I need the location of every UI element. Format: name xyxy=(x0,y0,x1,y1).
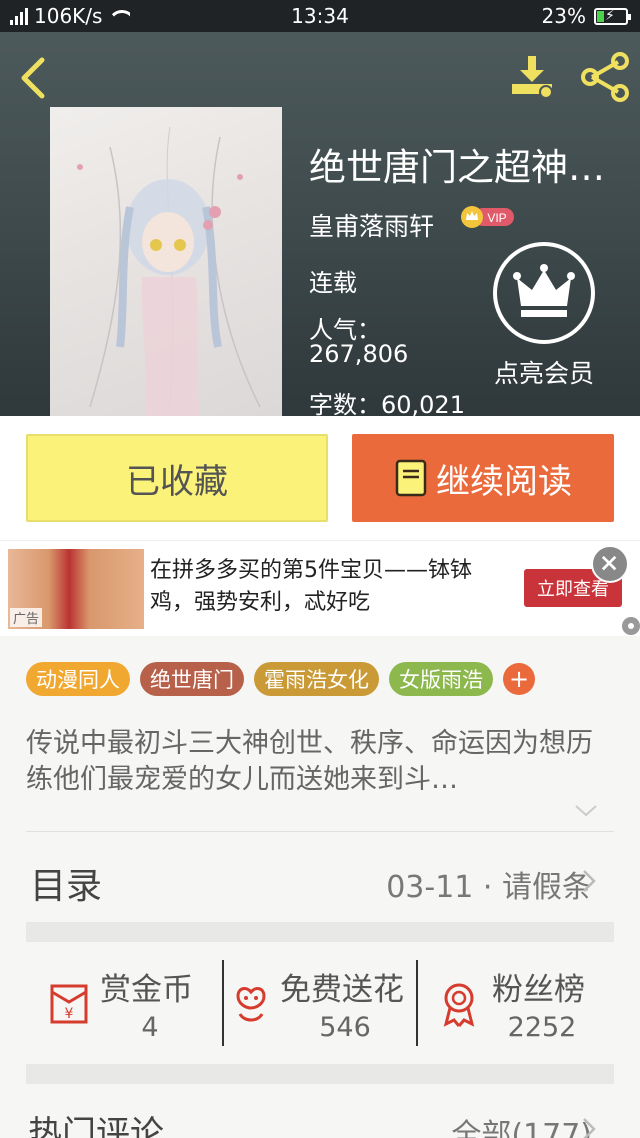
section-separator xyxy=(26,922,614,942)
back-icon[interactable] xyxy=(12,52,56,102)
book-title: 绝世唐门之超神… xyxy=(309,146,605,189)
stat-label: 免费送花 xyxy=(280,972,404,1008)
all-comments-link[interactable]: 全部(177) xyxy=(451,1110,592,1138)
chevron-down-icon[interactable] xyxy=(574,804,598,818)
toc-title[interactable]: 目录 xyxy=(30,857,102,909)
svg-text:VIP: VIP xyxy=(487,211,506,225)
book-header: 绝世唐门之超神… 皇甫落雨轩 VIP 连载 人气： 267,806 字数：60,… xyxy=(0,32,640,416)
stat-label: 粉丝榜 xyxy=(492,972,585,1008)
chevron-right-icon[interactable] xyxy=(581,1116,597,1138)
send-flower-stat[interactable]: 免费送花 546 xyxy=(224,942,416,1066)
battery-percent: 23% xyxy=(541,4,586,28)
vip-badge: VIP xyxy=(461,206,514,228)
download-icon[interactable] xyxy=(508,52,558,102)
medal-icon xyxy=(443,983,475,1027)
tag-item[interactable]: 霍雨浩女化 xyxy=(254,662,379,696)
favorite-button[interactable]: 已收藏 xyxy=(26,434,328,522)
svg-text:¥: ¥ xyxy=(65,1006,74,1022)
status-bar: 106K/s 13:34 23% ⚡ xyxy=(0,0,640,32)
tag-item[interactable]: 女版雨浩 xyxy=(389,662,493,696)
latest-chapter[interactable]: 03-11 · 请假条 xyxy=(386,862,592,906)
chevron-right-icon[interactable] xyxy=(581,868,597,894)
crown-icon xyxy=(493,242,595,344)
add-tag-button[interactable]: + xyxy=(503,663,535,695)
close-icon[interactable] xyxy=(591,545,629,583)
book-icon xyxy=(395,459,427,497)
ad-image: 广告 xyxy=(8,549,144,629)
action-bar: 已收藏 继续阅读 xyxy=(0,416,640,540)
ad-banner[interactable]: 广告 在拼多多买的第5件宝贝——钵钵鸡，强势安利，忒好吃 立即查看 xyxy=(0,540,640,636)
book-description[interactable]: 传说中最初斗三大神创世、秩序、命运因为想历练他们最宠爱的女儿而送她来到斗… xyxy=(26,726,614,798)
popularity-value: 267,806 xyxy=(309,340,409,368)
battery-icon: ⚡ xyxy=(594,7,631,25)
fan-ranking-stat[interactable]: 粉丝榜 2252 xyxy=(418,942,614,1066)
divider xyxy=(26,831,614,832)
cover-illustration xyxy=(77,126,261,416)
favorite-label: 已收藏 xyxy=(126,461,228,502)
stat-label: 赏金币 xyxy=(100,972,193,1008)
word-count: 字数：60,021 xyxy=(309,391,465,416)
envelope-icon: ¥ xyxy=(50,984,88,1024)
share-icon[interactable] xyxy=(578,52,632,102)
tag-item[interactable]: 绝世唐门 xyxy=(140,662,244,696)
continue-reading-button[interactable]: 继续阅读 xyxy=(352,434,614,522)
hot-comments-title: 热门评论 xyxy=(28,1114,164,1138)
stats-row: ¥ 赏金币 4 免费送花 546 粉丝榜 2252 xyxy=(26,942,614,1066)
continue-reading-label: 继续阅读 xyxy=(436,461,572,502)
author-name[interactable]: 皇甫落雨轩 xyxy=(309,207,434,243)
tag-item[interactable]: 动漫同人 xyxy=(26,662,130,696)
serial-status: 连载 xyxy=(309,269,357,297)
ad-text: 在拼多多买的第5件宝贝——钵钵鸡，强势安利，忒好吃 xyxy=(150,558,472,615)
section-separator xyxy=(26,1064,614,1084)
stat-value: 546 xyxy=(319,1012,371,1043)
stat-value: 4 xyxy=(141,1012,159,1043)
member-label: 点亮会员 xyxy=(493,359,594,388)
ad-info-icon[interactable] xyxy=(622,617,640,635)
stat-value: 2252 xyxy=(507,1012,577,1043)
book-cover[interactable] xyxy=(50,107,282,416)
member-button[interactable]: 点亮会员 xyxy=(486,242,602,392)
flower-icon xyxy=(236,987,266,1022)
reward-coins-stat[interactable]: ¥ 赏金币 4 xyxy=(26,942,222,1066)
ad-tag: 广告 xyxy=(10,608,43,627)
tag-list: 动漫同人 绝世唐门 霍雨浩女化 女版雨浩 + xyxy=(26,662,535,696)
